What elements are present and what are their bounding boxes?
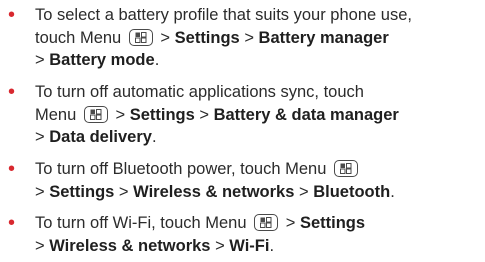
path-separator: >	[110, 105, 130, 124]
tip-line: To turn off automatic applications sync,…	[35, 81, 485, 104]
tip-intro: To turn off Wi-Fi, touch Menu	[35, 214, 247, 232]
path-separator: >	[155, 28, 175, 47]
path-battery-mode: Battery mode	[49, 51, 155, 69]
menu-key-icon	[254, 214, 279, 231]
tip-line: > Battery mode.	[35, 49, 485, 72]
path-battery-data-manager: Battery & data manager	[213, 105, 399, 124]
path-separator: >	[210, 236, 230, 255]
tip-text: To select a battery profile that suits y…	[35, 4, 485, 72]
tip-line: touch Menu > Settings > Battery manager	[35, 27, 485, 50]
tip-line: > Wireless & networks > Wi-Fi.	[35, 235, 485, 258]
path-settings: Settings	[174, 28, 240, 47]
bullet: •	[8, 81, 16, 103]
path-separator: >	[35, 182, 50, 201]
bullet: •	[8, 158, 16, 180]
path-wifi: Wi-Fi	[229, 236, 270, 255]
path-separator: >	[281, 214, 300, 232]
path-settings: Settings	[299, 214, 366, 232]
tip-touch-menu: touch Menu	[35, 28, 122, 47]
menu-key-icon	[333, 160, 358, 177]
path-bluetooth: Bluetooth	[313, 182, 391, 201]
tip-text: To turn off Wi-Fi, touch Menu > Settings…	[35, 212, 485, 257]
battery-tips-list: • To select a battery profile that suits…	[0, 0, 485, 262]
path-wireless-networks: Wireless & networks	[49, 236, 211, 255]
path-separator: >	[239, 28, 259, 47]
path-separator: >	[194, 105, 214, 124]
bullet: •	[8, 4, 16, 26]
path-battery-manager: Battery manager	[258, 28, 389, 47]
path-separator: >	[35, 236, 50, 255]
path-separator: >	[294, 182, 314, 201]
tip-menu: Menu	[35, 105, 77, 124]
tip-line: > Settings > Wireless & networks > Bluet…	[35, 181, 485, 204]
tip-text: To turn off automatic applications sync,…	[35, 81, 485, 149]
tip-end: .	[151, 128, 157, 146]
tip-line: To turn off Wi-Fi, touch Menu > Settings	[35, 212, 485, 235]
tip-text: To turn off Bluetooth power, touch Menu …	[35, 158, 485, 203]
tip-intro: To select a battery profile that suits y…	[35, 6, 412, 24]
path-wireless-networks: Wireless & networks	[133, 182, 295, 201]
tip-line: > Data delivery.	[35, 126, 485, 149]
menu-key-icon	[128, 28, 153, 46]
tip-end: .	[390, 182, 395, 201]
menu-key-icon	[83, 105, 108, 123]
tip-intro: To turn off Bluetooth power, touch Menu	[35, 160, 327, 178]
tip-line: To select a battery profile that suits y…	[35, 4, 485, 27]
tip-end: .	[269, 236, 275, 255]
path-settings: Settings	[129, 105, 195, 124]
tip-end: .	[154, 51, 160, 69]
path-separator: >	[35, 128, 50, 146]
tip-intro: To turn off automatic applications sync,…	[35, 83, 364, 101]
path-separator: >	[35, 51, 50, 69]
tip-line: To turn off Bluetooth power, touch Menu	[35, 158, 485, 181]
path-settings: Settings	[49, 182, 115, 201]
path-separator: >	[114, 182, 134, 201]
tip-line: Menu > Settings > Battery & data manager	[35, 104, 485, 127]
bullet: •	[8, 212, 16, 234]
path-data-delivery: Data delivery	[49, 128, 152, 146]
